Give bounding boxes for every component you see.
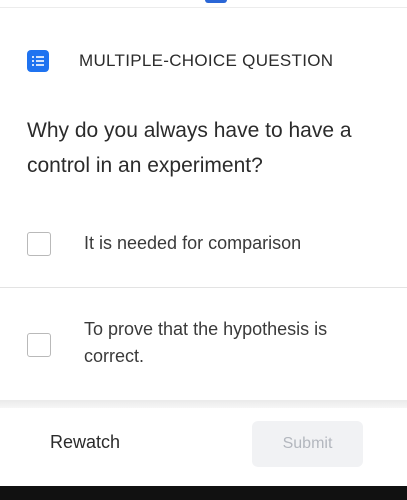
system-bottom-bar [0, 486, 407, 500]
question-type-header: MULTIPLE-CHOICE QUESTION [27, 50, 333, 72]
options-divider [0, 287, 407, 288]
rewatch-button[interactable]: Rewatch [50, 432, 120, 453]
answer-option-1-label: It is needed for comparison [84, 233, 302, 253]
answer-option-2[interactable]: To prove that the hypothesis is correct. [0, 310, 407, 390]
question-type-label: MULTIPLE-CHOICE QUESTION [79, 51, 334, 70]
list-icon [27, 50, 49, 72]
footer-separator [0, 400, 407, 408]
checkbox-1[interactable] [27, 232, 51, 256]
progress-indicator [205, 0, 227, 3]
checkbox-2[interactable] [27, 333, 51, 357]
top-edge [0, 0, 407, 8]
answer-option-2-label: To prove that the hypothesis is correct. [84, 319, 328, 366]
answer-option-1[interactable]: It is needed for comparison [0, 210, 407, 278]
submit-button[interactable]: Submit [252, 421, 363, 467]
question-text: Why do you always have to have a control… [27, 119, 352, 177]
